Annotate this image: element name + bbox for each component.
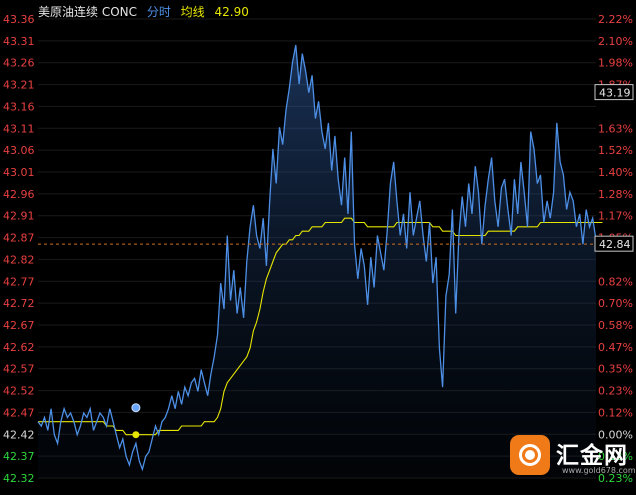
logo-url: www.gold678.com bbox=[562, 466, 636, 475]
y-tick-right: 1.63% bbox=[598, 122, 633, 135]
y-tick-left: 42.96 bbox=[3, 188, 35, 201]
y-tick-left: 43.26 bbox=[3, 57, 35, 70]
y-tick-left: 42.91 bbox=[3, 210, 35, 223]
y-tick-right: 0.47% bbox=[598, 341, 633, 354]
y-tick-left: 43.31 bbox=[3, 35, 35, 48]
y-tick-right: 1.40% bbox=[598, 166, 633, 179]
y-tick-left: 42.42 bbox=[3, 428, 35, 441]
y-axis-left: 43.36 43.31 43.26 43.21 43.16 43.11 43.06 43.01… bbox=[3, 13, 35, 485]
y-tick-right: 0.35% bbox=[598, 363, 633, 376]
y-tick-left: 43.01 bbox=[3, 166, 35, 179]
y-tick-left: 42.47 bbox=[3, 406, 35, 419]
gold678-logo: 汇金网 www.gold678.com bbox=[510, 435, 636, 479]
y-tick-right: 2.22% bbox=[598, 13, 633, 26]
y-tick-left: 43.06 bbox=[3, 144, 35, 157]
y-tick-left: 42.87 bbox=[3, 232, 35, 245]
y-tick-left: 42.82 bbox=[3, 253, 35, 266]
current-price: 42.90 bbox=[214, 5, 249, 19]
y-tick-left: 42.77 bbox=[3, 275, 35, 288]
y-tick-left: 42.52 bbox=[3, 385, 35, 398]
timeframe-label[interactable]: 分时 bbox=[147, 5, 171, 19]
y-tick-left: 43.16 bbox=[3, 100, 35, 113]
price-dot bbox=[131, 403, 141, 413]
average-label: 均线 bbox=[180, 5, 205, 19]
y-tick-right: 2.10% bbox=[598, 35, 633, 48]
price-marker-label: 42.84 bbox=[599, 238, 631, 251]
average-dot bbox=[132, 431, 140, 439]
y-tick-left: 42.72 bbox=[3, 297, 35, 310]
y-tick-right: 0.23% bbox=[598, 385, 633, 398]
y-tick-left: 42.67 bbox=[3, 319, 35, 332]
logo-icon bbox=[510, 435, 550, 475]
y-tick-right: 1.28% bbox=[598, 188, 633, 201]
y-tick-right: 1.17% bbox=[598, 210, 633, 223]
y-tick-left: 43.36 bbox=[3, 13, 35, 26]
y-tick-right: 0.58% bbox=[598, 319, 633, 332]
chart-header: 美原油连续 CONC 分时 均线 42.90 bbox=[38, 3, 255, 20]
price-marker-label: 43.19 bbox=[599, 87, 631, 100]
y-tick-right: 0.12% bbox=[598, 406, 633, 419]
logo-text: 汇金网 bbox=[556, 443, 628, 469]
y-tick-left: 43.21 bbox=[3, 79, 35, 92]
y-tick-right: 1.52% bbox=[598, 144, 633, 157]
y-tick-right: 0.70% bbox=[598, 297, 633, 310]
instrument-name: 美原油连续 CONC bbox=[38, 5, 137, 19]
y-tick-left: 42.62 bbox=[3, 341, 35, 354]
y-tick-left: 42.37 bbox=[3, 450, 35, 463]
y-tick-left: 43.11 bbox=[3, 122, 35, 135]
intraday-chart[interactable]: 43.36 43.31 43.26 43.21 43.16 43.11 43.06 43.01… bbox=[0, 0, 636, 495]
y-tick-left: 42.57 bbox=[3, 363, 35, 376]
y-tick-left: 42.32 bbox=[3, 472, 35, 485]
y-tick-right: 1.98% bbox=[598, 57, 633, 70]
y-tick-right: 0.82% bbox=[598, 275, 633, 288]
